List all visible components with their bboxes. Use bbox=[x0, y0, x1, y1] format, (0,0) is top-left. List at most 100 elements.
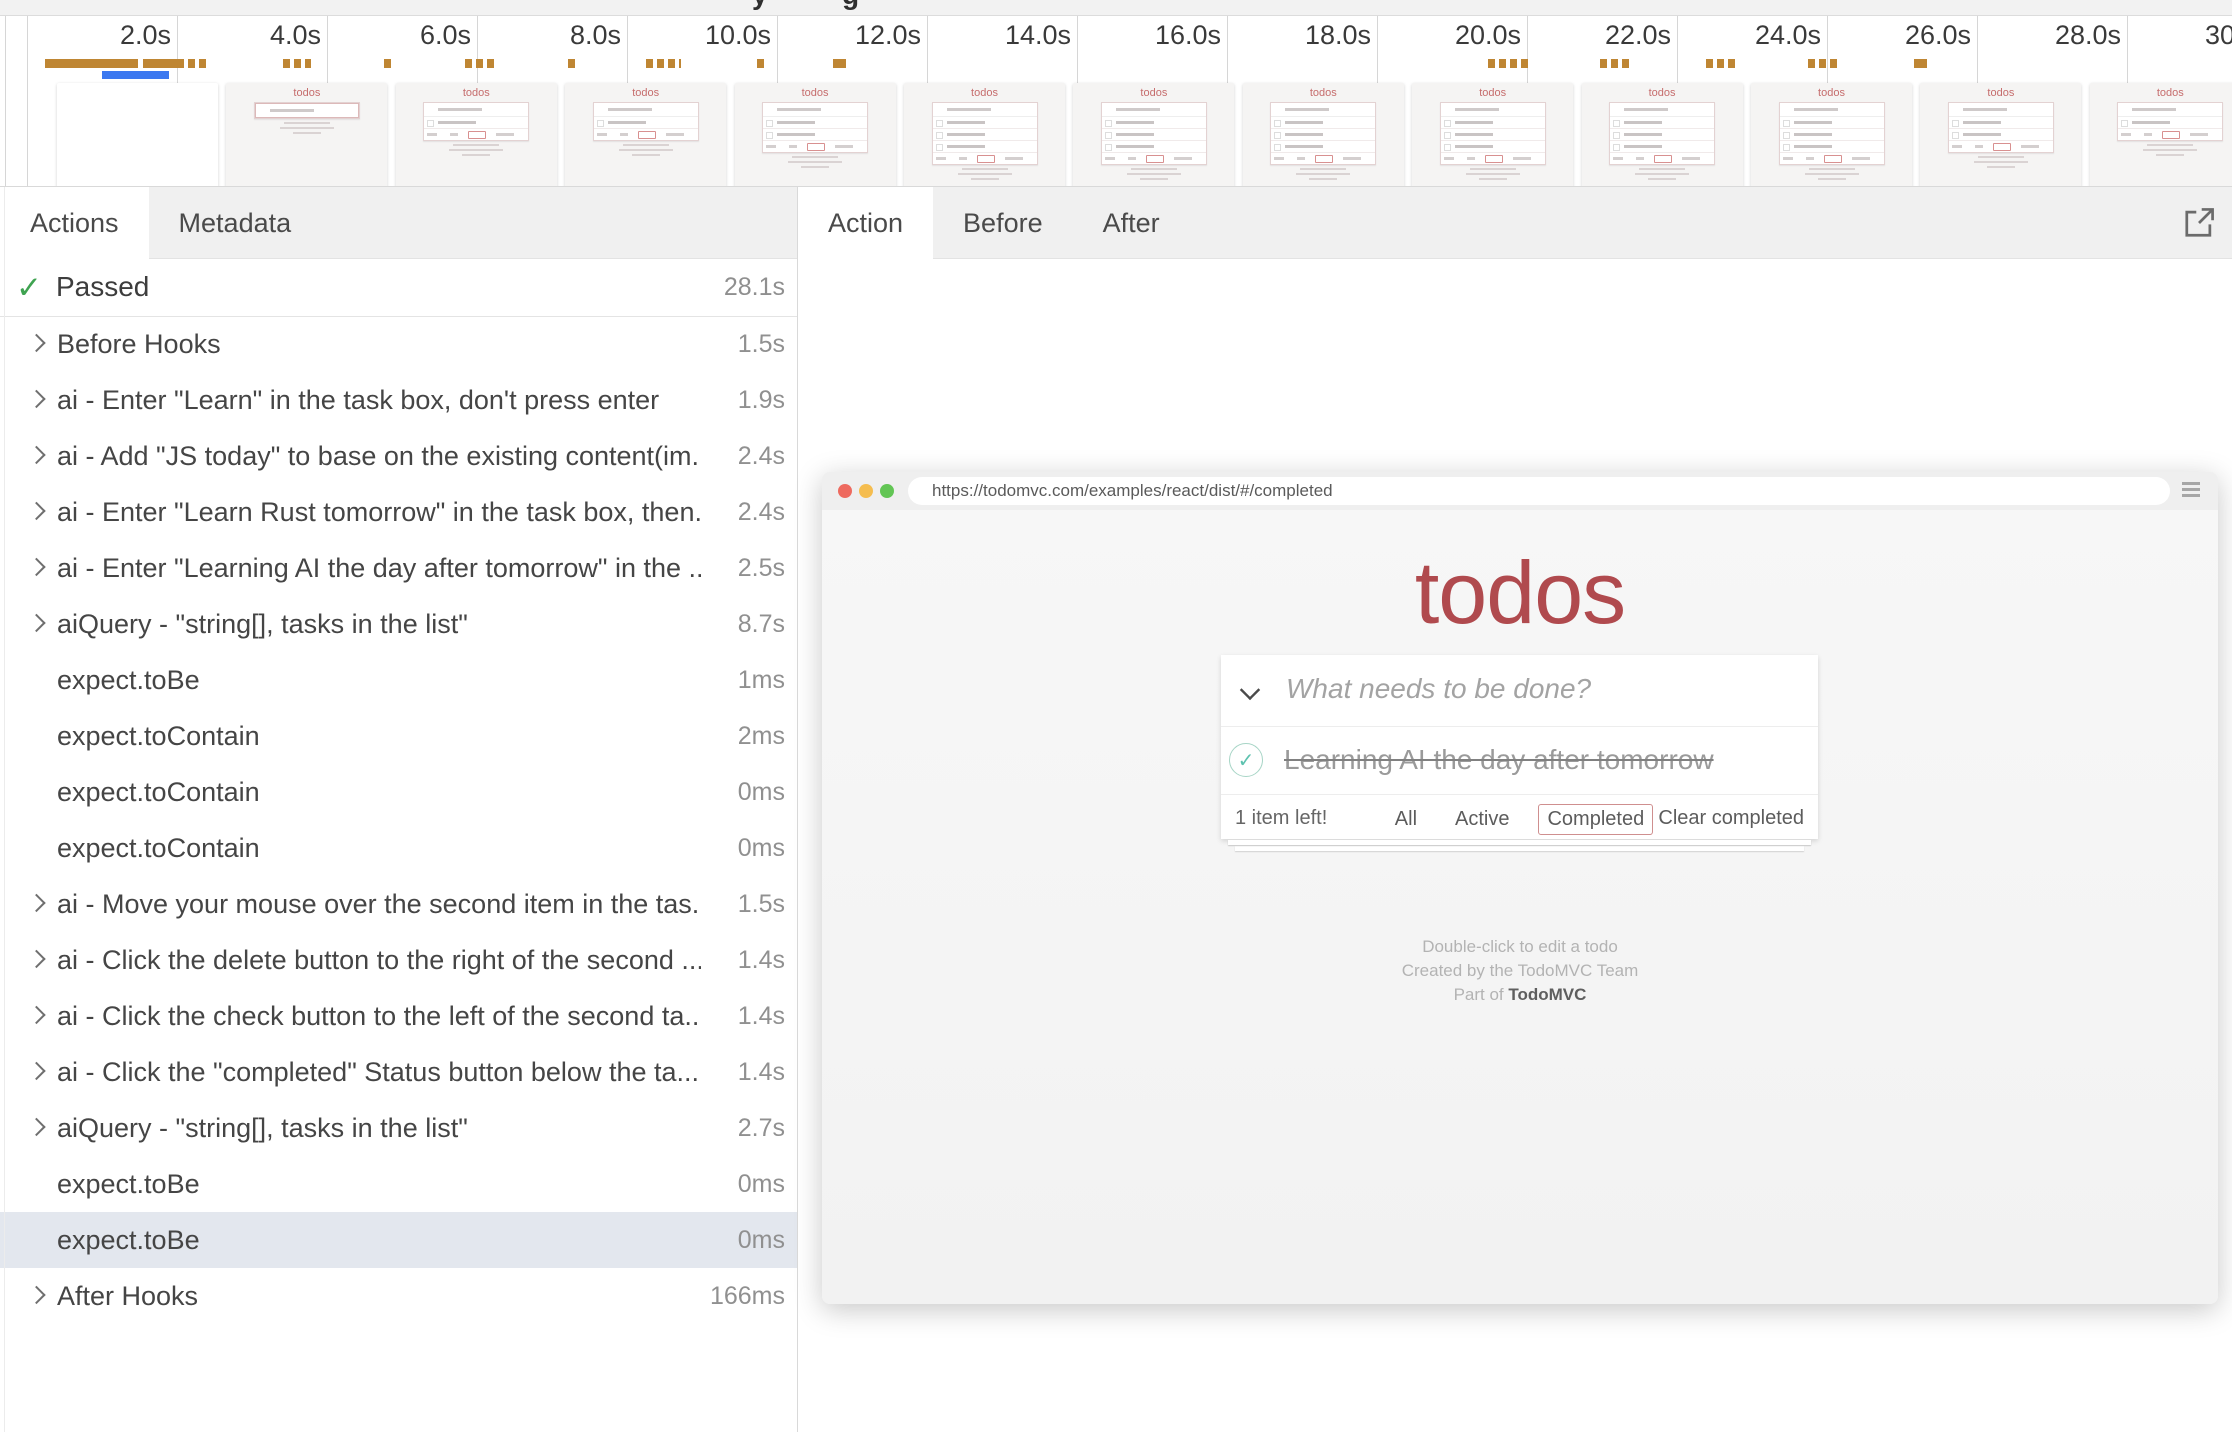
filter-all[interactable]: All bbox=[1386, 804, 1426, 835]
action-marker[interactable] bbox=[143, 59, 184, 68]
filmstrip-thumbnail[interactable]: todos bbox=[904, 83, 1065, 187]
chevron-right-icon[interactable] bbox=[27, 1006, 45, 1024]
chevron-right-icon[interactable] bbox=[27, 894, 45, 912]
todo-item-row[interactable]: ✓ Learning AI the day after tomorrow bbox=[1221, 727, 1818, 795]
tab-metadata[interactable]: Metadata bbox=[149, 187, 322, 259]
action-duration: 1.4s bbox=[738, 946, 785, 975]
selected-range-marker[interactable] bbox=[102, 71, 169, 79]
filmstrip-thumbnail[interactable]: todos bbox=[1412, 83, 1573, 187]
timeline-gridline bbox=[27, 16, 28, 186]
filter-active[interactable]: Active bbox=[1446, 804, 1518, 835]
action-marker[interactable] bbox=[45, 59, 138, 68]
action-marker[interactable] bbox=[188, 59, 210, 68]
chevron-right-icon[interactable] bbox=[27, 1062, 45, 1080]
action-row[interactable]: expect.toBe1ms bbox=[0, 652, 797, 708]
action-row[interactable]: expect.toContain2ms bbox=[0, 708, 797, 764]
chevron-right-icon[interactable] bbox=[27, 502, 45, 520]
filmstrip-thumbnail[interactable] bbox=[57, 83, 218, 187]
thumbnail-page-footer bbox=[1751, 165, 1912, 180]
tab-after[interactable]: After bbox=[1073, 187, 1190, 259]
action-marker[interactable] bbox=[1808, 59, 1841, 68]
actions-panel: Actions Metadata ✓ Passed 28.1s Before H… bbox=[0, 187, 798, 1432]
filmstrip-thumbnail[interactable]: todos bbox=[396, 83, 557, 187]
action-marker[interactable] bbox=[1914, 59, 1927, 68]
action-row[interactable]: ai - Enter "Learn" in the task box, don'… bbox=[0, 372, 797, 428]
action-row[interactable]: expect.toContain0ms bbox=[0, 820, 797, 876]
todo-completed-check-icon[interactable]: ✓ bbox=[1229, 743, 1263, 777]
action-row[interactable]: After Hooks166ms bbox=[0, 1268, 797, 1324]
filmstrip-thumbnail[interactable]: todos bbox=[735, 83, 896, 187]
action-marker[interactable] bbox=[465, 59, 495, 68]
chevron-right-icon[interactable] bbox=[27, 446, 45, 464]
action-row[interactable]: aiQuery - "string[], tasks in the list"8… bbox=[0, 596, 797, 652]
action-marker[interactable] bbox=[1706, 59, 1735, 68]
toggle-all-chevron-icon[interactable] bbox=[1240, 680, 1260, 700]
filter-completed[interactable]: Completed bbox=[1538, 804, 1653, 835]
tab-actions[interactable]: Actions bbox=[0, 187, 149, 259]
chevron-right-icon[interactable] bbox=[27, 334, 45, 352]
chevron-right-icon[interactable] bbox=[27, 1286, 45, 1304]
action-list[interactable]: Before Hooks1.5sai - Enter "Learn" in th… bbox=[0, 316, 797, 1432]
right-tabstrip: Action Before After bbox=[798, 187, 2232, 259]
action-row[interactable]: aiQuery - "string[], tasks in the list"2… bbox=[0, 1100, 797, 1156]
timeline-tick-label: 12.0s bbox=[817, 20, 921, 51]
new-todo-placeholder[interactable]: What needs to be done? bbox=[1286, 673, 1591, 705]
filmstrip-thumbnail[interactable]: todos bbox=[1582, 83, 1743, 187]
chevron-right-icon[interactable] bbox=[27, 390, 45, 408]
chevron-right-icon[interactable] bbox=[27, 1118, 45, 1136]
filmstrip-thumbnail[interactable]: todos bbox=[1073, 83, 1234, 187]
footer-line: Created by the TodoMVC Team bbox=[822, 959, 2218, 983]
action-duration: 2ms bbox=[738, 722, 785, 751]
panel-inner-edge bbox=[4, 187, 5, 1432]
action-marker[interactable] bbox=[568, 59, 575, 68]
action-label: aiQuery - "string[], tasks in the list" bbox=[57, 1113, 468, 1144]
address-bar[interactable]: https://todomvc.com/examples/react/dist/… bbox=[908, 477, 2170, 505]
filmstrip-thumbnail[interactable]: todos bbox=[1751, 83, 1912, 187]
clear-completed-button[interactable]: Clear completed bbox=[1658, 807, 1804, 830]
action-row[interactable]: ai - Add "JS today" to base on the exist… bbox=[0, 428, 797, 484]
chevron-right-icon[interactable] bbox=[27, 614, 45, 632]
filmstrip-thumbnail[interactable]: todos bbox=[2090, 83, 2232, 187]
action-row[interactable]: ai - Click the delete button to the righ… bbox=[0, 932, 797, 988]
action-label: After Hooks bbox=[57, 1281, 198, 1312]
chevron-right-icon[interactable] bbox=[27, 558, 45, 576]
action-label: ai - Add "JS today" to base on the exist… bbox=[57, 441, 701, 472]
action-label: ai - Click the delete button to the righ… bbox=[57, 945, 701, 976]
action-marker[interactable] bbox=[833, 59, 846, 68]
todomvc-link[interactable]: TodoMVC bbox=[1508, 985, 1586, 1004]
action-marker[interactable] bbox=[646, 59, 681, 68]
action-row[interactable]: ai - Click the "completed" Status button… bbox=[0, 1044, 797, 1100]
thumbnail-app-card bbox=[1948, 102, 2054, 153]
action-row[interactable]: ai - Click the check button to the left … bbox=[0, 988, 797, 1044]
action-row[interactable]: ai - Move your mouse over the second ite… bbox=[0, 876, 797, 932]
action-marker[interactable] bbox=[1600, 59, 1633, 68]
action-row[interactable]: expect.toBe0ms bbox=[0, 1156, 797, 1212]
action-label: expect.toBe bbox=[57, 1169, 200, 1200]
action-row[interactable]: Before Hooks1.5s bbox=[0, 316, 797, 372]
thumbnail-app-card bbox=[1270, 102, 1376, 165]
tab-action[interactable]: Action bbox=[798, 187, 933, 259]
filmstrip-thumbnail[interactable]: todos bbox=[1920, 83, 2081, 187]
timeline-tick-label: 22.0s bbox=[1567, 20, 1671, 51]
action-marker[interactable] bbox=[384, 59, 391, 68]
chevron-right-icon[interactable] bbox=[27, 950, 45, 968]
thumbnail-page-footer bbox=[396, 141, 557, 156]
open-snapshot-external-icon[interactable] bbox=[2180, 204, 2218, 242]
action-row[interactable]: ai - Enter "Learning AI the day after to… bbox=[0, 540, 797, 596]
filmstrip-thumbnail[interactable]: todos bbox=[1243, 83, 1404, 187]
filmstrip-thumbnail[interactable]: todos bbox=[226, 83, 387, 187]
action-row[interactable]: expect.toContain0ms bbox=[0, 764, 797, 820]
action-row[interactable]: expect.toBe0ms bbox=[0, 1212, 797, 1268]
tab-before[interactable]: Before bbox=[933, 187, 1073, 259]
action-marker[interactable] bbox=[757, 59, 764, 68]
action-marker[interactable] bbox=[1488, 59, 1530, 68]
action-row[interactable]: ai - Enter "Learn Rust tomorrow" in the … bbox=[0, 484, 797, 540]
timeline[interactable]: 2.0s4.0s6.0s8.0s10.0s12.0s14.0s16.0s18.0… bbox=[0, 16, 2232, 187]
action-marker[interactable] bbox=[283, 59, 311, 68]
action-duration: 2.4s bbox=[738, 442, 785, 471]
filmstrip-thumbnail[interactable]: todos bbox=[565, 83, 726, 187]
action-duration: 1.4s bbox=[738, 1002, 785, 1031]
timeline-tick-label: 20.0s bbox=[1417, 20, 1521, 51]
timeline-tick-label: 2.0s bbox=[67, 20, 171, 51]
action-duration: 0ms bbox=[738, 1226, 785, 1255]
